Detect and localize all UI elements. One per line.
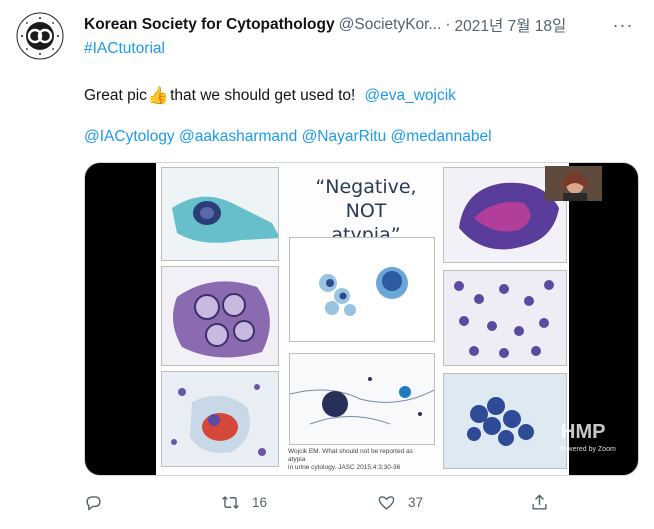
micrograph-image: [289, 237, 435, 342]
citation-line: in urine cytology. JASC 2015;4:3;30-36: [288, 464, 401, 471]
tweet-text-part: that we should get used to!: [170, 87, 356, 104]
hashtag-link[interactable]: #IACtutorial: [84, 40, 165, 58]
heart-icon: [378, 495, 395, 510]
powered-by-zoom-label: Powered by Zoom: [559, 446, 616, 453]
like-count: 37: [408, 494, 424, 510]
mention-link[interactable]: @eva_wojcik: [364, 87, 456, 105]
user-handle[interactable]: @SocietyKor...: [339, 16, 442, 34]
reply-button[interactable]: [84, 490, 115, 514]
display-name[interactable]: Korean Society for Cytopathology: [84, 16, 335, 34]
more-options-icon[interactable]: ···: [612, 14, 634, 36]
micrograph-image: [161, 371, 279, 467]
like-button[interactable]: 37: [377, 490, 423, 514]
tweet-media[interactable]: “Negative, NOT atypia” Wojcik EM. What s…: [84, 162, 639, 476]
tweet-actions: 16 37: [84, 490, 564, 514]
tweet-header: Korean Society for Cytopathology @Societ…: [84, 14, 638, 36]
slide-citation: Wojcik EM. What should not be reported a…: [288, 448, 428, 472]
micrograph-image: [443, 373, 567, 469]
slide-title-line: “Negative,: [315, 176, 417, 198]
retweet-icon: [222, 495, 239, 509]
tweet[interactable]: Korean Society for Cytopathology @Societ…: [0, 0, 654, 529]
retweet-count: 16: [252, 494, 268, 510]
reply-icon: [86, 495, 101, 510]
tweet-text-part: Great pic: [84, 87, 147, 104]
retweet-button[interactable]: 16: [221, 490, 267, 514]
citation-line: Wojcik EM. What should not be reported a…: [288, 448, 413, 463]
micrograph-image: [289, 353, 435, 445]
share-icon: [532, 493, 547, 510]
share-button[interactable]: [530, 490, 561, 514]
tweet-date[interactable]: 2021년 7월 18일: [455, 14, 567, 36]
presentation-slide: “Negative, NOT atypia” Wojcik EM. What s…: [156, 163, 569, 475]
tweet-text: Great pic 👍 that we should get used to! …: [84, 86, 456, 106]
micrograph-image: [443, 270, 567, 366]
micrograph-image: [161, 167, 279, 261]
webcam-thumbnail: [545, 166, 602, 201]
thumbs-up-emoji: 👍: [147, 86, 170, 105]
separator-dot: ·: [445, 16, 451, 33]
micrograph-image: [161, 266, 279, 366]
hmp-watermark: HMP: [561, 421, 606, 443]
society-logo-icon: [16, 12, 64, 60]
profile-avatar[interactable]: [16, 12, 64, 60]
mentions-line[interactable]: @IACytology @aakasharmand @NayarRitu @me…: [84, 128, 492, 146]
